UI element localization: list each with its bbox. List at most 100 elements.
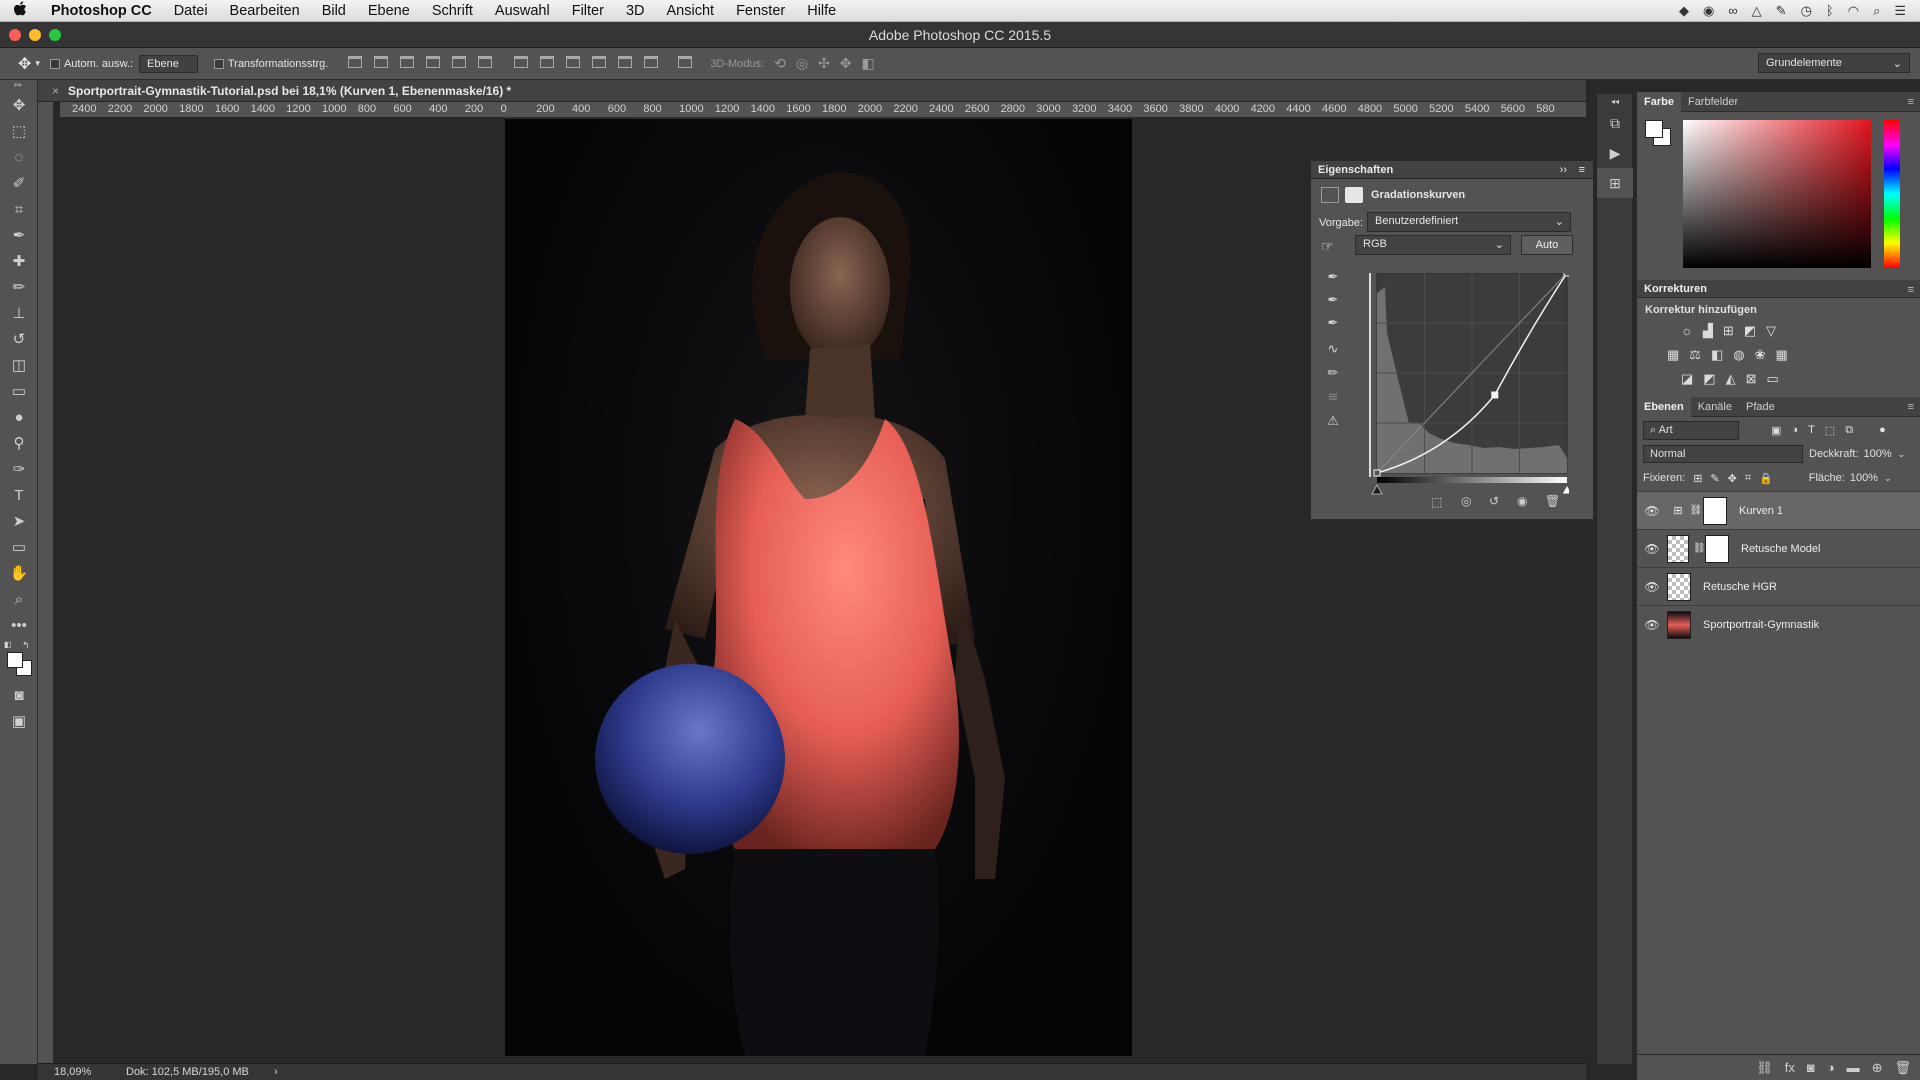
curves-graph[interactable] — [1359, 273, 1569, 495]
zoom-window-button[interactable] — [49, 29, 61, 41]
hand-tool-icon[interactable]: ✋ — [0, 560, 38, 586]
default-colors-icon[interactable]: ◧ — [4, 640, 12, 649]
time-machine-icon[interactable]: ◷ — [1801, 3, 1812, 19]
menu-schrift[interactable]: Schrift — [421, 3, 484, 19]
close-window-button[interactable] — [9, 29, 21, 41]
visibility-eye-icon[interactable]: 👁 — [1637, 504, 1667, 518]
marquee-tool-icon[interactable]: ⬚ — [0, 118, 38, 144]
delete-adjustment-icon[interactable]: 🗑 — [1545, 494, 1560, 508]
roll-3d-icon[interactable]: ◎ — [796, 55, 808, 72]
color-balance-icon[interactable]: ⚖ — [1689, 347, 1701, 363]
menu-hilfe[interactable]: Hilfe — [796, 3, 847, 19]
filter-type-icon[interactable]: T — [1808, 424, 1815, 436]
add-mask-icon[interactable]: ◙ — [1807, 1060, 1815, 1075]
history-panel-icon[interactable]: ⧉ — [1597, 108, 1633, 138]
photo-filter-icon[interactable]: ◍ — [1733, 347, 1744, 363]
new-adjustment-layer-icon[interactable]: ◑ — [1827, 1060, 1835, 1075]
link-icon[interactable]: ⛓ — [1693, 543, 1706, 554]
distribute-hcenter-icon[interactable] — [612, 56, 638, 71]
link-icon[interactable]: ⛓ — [1689, 505, 1703, 516]
screen-mode-icon[interactable]: ▣ — [0, 708, 38, 734]
preset-dropdown[interactable]: Benutzerdefiniert ⌄ — [1367, 212, 1571, 232]
tool-preset-dropdown-icon[interactable]: ▾ — [35, 58, 40, 69]
distribute-vcenter-icon[interactable] — [534, 56, 560, 71]
posterize-icon[interactable]: ◩ — [1703, 371, 1715, 387]
brush-tool-icon[interactable]: ✏ — [0, 274, 38, 300]
blur-tool-icon[interactable]: ● — [0, 404, 38, 430]
align-hcenter-icon[interactable] — [446, 56, 472, 71]
smooth-curve-icon[interactable]: ≋ — [1321, 389, 1345, 411]
history-brush-tool-icon[interactable]: ↺ — [0, 326, 38, 352]
layer-style-fx-icon[interactable]: fx — [1785, 1060, 1795, 1075]
foreground-color-swatch[interactable] — [1645, 120, 1663, 138]
curves-adjustment-icon[interactable] — [1321, 187, 1339, 203]
new-layer-icon[interactable]: ⊕ — [1872, 1060, 1883, 1076]
blend-mode-dropdown[interactable]: Normal — [1643, 445, 1803, 463]
layer-row-kurven-1[interactable]: 👁 ⊞ ⛓ Kurven 1 — [1637, 491, 1920, 529]
gradient-map-icon[interactable]: ▭ — [1767, 371, 1779, 387]
gray-point-eyedropper-icon[interactable]: ✒ — [1321, 292, 1345, 314]
layer-thumbnail[interactable] — [1667, 610, 1691, 639]
channel-dropdown[interactable]: RGB ⌄ — [1355, 235, 1511, 255]
panel-grip-icon[interactable]: ▸▸ — [0, 80, 37, 92]
tab-ebenen[interactable]: Ebenen — [1637, 396, 1691, 417]
record-icon[interactable]: ◉ — [1703, 3, 1714, 19]
opacity-value[interactable]: 100% — [1864, 448, 1892, 460]
layer-mask-thumbnail[interactable] — [1705, 534, 1729, 563]
eyedropper-tool-icon[interactable]: ✒ — [0, 222, 38, 248]
menu-filter[interactable]: Filter — [561, 3, 615, 19]
minimize-window-button[interactable] — [29, 29, 41, 41]
mask-icon[interactable] — [1345, 187, 1363, 203]
menu-datei[interactable]: Datei — [163, 3, 219, 19]
bluetooth-icon[interactable]: ᛒ — [1826, 3, 1834, 19]
auto-align-icon[interactable] — [672, 56, 698, 71]
dropbox-icon[interactable]: ◆ — [1679, 3, 1689, 19]
reset-adjustment-icon[interactable]: ↺ — [1489, 494, 1499, 508]
gradient-tool-icon[interactable]: ▭ — [0, 378, 38, 404]
menu-3d[interactable]: 3D — [615, 3, 656, 19]
color-lookup-icon[interactable]: ▦ — [1776, 347, 1788, 363]
menu-ansicht[interactable]: Ansicht — [656, 3, 726, 19]
hue-slider[interactable] — [1884, 120, 1900, 268]
lock-pixels-icon[interactable]: ✎ — [1710, 472, 1719, 485]
menu-auswahl[interactable]: Auswahl — [484, 3, 561, 19]
exposure-icon[interactable]: ◩ — [1744, 323, 1756, 339]
move-tool-preset-icon[interactable]: ✥ — [18, 54, 31, 74]
dodge-tool-icon[interactable]: ⚲ — [0, 430, 38, 456]
fill-value[interactable]: 100% — [1850, 472, 1878, 484]
collapse-panel-icon[interactable]: ›› — [1560, 161, 1567, 179]
levels-icon[interactable]: ▟ — [1703, 323, 1713, 339]
clipping-warning-icon[interactable]: ⚠ — [1321, 413, 1345, 435]
vibrance-icon[interactable]: ▽ — [1766, 323, 1776, 339]
brightness-contrast-icon[interactable]: ☼ — [1681, 323, 1693, 339]
notification-list-icon[interactable]: ☰ — [1894, 3, 1906, 19]
layer-filter-dropdown[interactable]: ⌕ Art — [1643, 420, 1739, 440]
move-tool-icon[interactable]: ✥ — [0, 92, 38, 118]
panel-menu-icon[interactable]: ≡ — [1908, 96, 1914, 108]
drive-icon[interactable]: △ — [1752, 3, 1762, 19]
wifi-icon[interactable]: ◠ — [1848, 3, 1859, 19]
chevron-down-icon[interactable]: ⌄ — [1884, 473, 1892, 484]
view-previous-state-icon[interactable]: ◎ — [1461, 494, 1471, 508]
selective-color-icon[interactable]: ⊠ — [1746, 371, 1757, 387]
visibility-eye-icon[interactable]: 👁 — [1637, 618, 1667, 632]
filter-shape-icon[interactable]: ⬚ — [1825, 424, 1835, 437]
lock-position-icon[interactable]: ✥ — [1728, 472, 1737, 485]
lock-all-icon[interactable]: 🔒 — [1759, 472, 1773, 485]
quick-selection-tool-icon[interactable]: ✐ — [0, 170, 38, 196]
zoom-tool-icon[interactable]: ⌕ — [0, 586, 38, 612]
align-vcenter-icon[interactable] — [368, 56, 394, 71]
align-right-icon[interactable] — [472, 56, 498, 71]
distribute-bottom-icon[interactable] — [560, 56, 586, 71]
lasso-tool-icon[interactable]: ◌ — [0, 144, 38, 170]
lock-transparency-icon[interactable]: ⊞ — [1693, 472, 1702, 485]
foreground-color-swatch[interactable] — [7, 652, 23, 668]
link-layers-icon[interactable]: ⛓ — [1756, 1060, 1773, 1076]
color-picker-field[interactable] — [1683, 120, 1871, 268]
curve-control-point[interactable] — [1373, 469, 1381, 477]
filter-pixel-icon[interactable]: ▣ — [1771, 424, 1781, 437]
visibility-eye-icon[interactable]: 👁 — [1637, 542, 1667, 556]
distribute-left-icon[interactable] — [586, 56, 612, 71]
invert-icon[interactable]: ◪ — [1681, 371, 1693, 387]
quick-mask-icon[interactable]: ◙ — [0, 682, 38, 708]
